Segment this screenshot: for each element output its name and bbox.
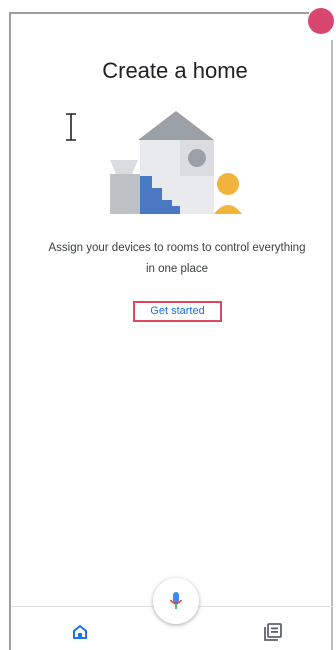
description-text: Assign your devices to rooms to control …	[22, 238, 332, 280]
description-line-1: Assign your devices to rooms to control …	[48, 242, 306, 254]
get-started-button[interactable]: Get started	[133, 301, 222, 322]
text-cursor-icon	[66, 113, 76, 141]
account-avatar[interactable]	[308, 8, 334, 34]
app-screen: Create a home Assign your devices to roo…	[0, 0, 336, 650]
feed-icon[interactable]	[262, 621, 284, 643]
home-illustration	[110, 111, 242, 214]
window-left-border	[9, 12, 11, 650]
microphone-icon	[169, 592, 183, 609]
page-title: Create a home	[102, 58, 248, 83]
window-right-border	[331, 40, 333, 650]
window-top-border	[9, 12, 309, 14]
microphone-button[interactable]	[153, 578, 199, 624]
home-icon[interactable]	[70, 622, 90, 642]
description-line-2: in one place	[145, 263, 209, 275]
